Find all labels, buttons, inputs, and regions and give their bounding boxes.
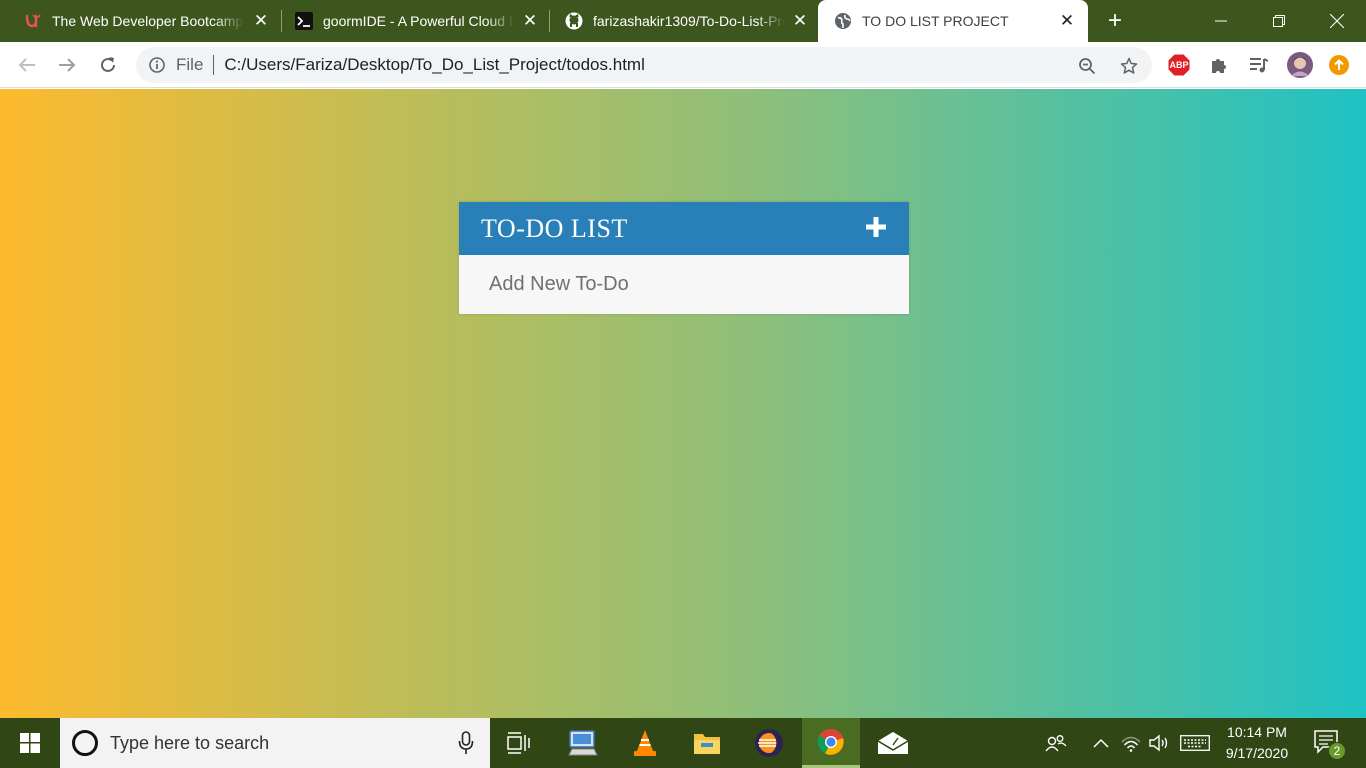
tab-strip: The Web Developer Bootcamp ✕ goormIDE - … [0, 0, 1366, 42]
clock-date: 9/17/2020 [1225, 745, 1289, 761]
tab-title: farizashakir1309/To-Do-List-Project [593, 13, 785, 29]
todo-container: TO-DO LIST [459, 202, 909, 314]
tab-title: TO DO LIST PROJECT [862, 13, 1009, 29]
globe-icon [834, 12, 852, 30]
vlc-icon[interactable] [616, 718, 674, 768]
tab-title: goormIDE - A Powerful Cloud IDE [323, 13, 515, 29]
url-divider [213, 55, 215, 75]
taskbar-search-box[interactable]: Type here to search [60, 718, 490, 768]
close-tab-icon[interactable]: ✕ [1058, 11, 1076, 30]
action-center-icon[interactable]: 2 [1310, 728, 1346, 760]
task-view-icon[interactable] [490, 718, 548, 768]
people-icon[interactable] [1042, 718, 1070, 768]
tab-todo-list-project[interactable]: TO DO LIST PROJECT ✕ [818, 0, 1088, 42]
update-available-icon[interactable] [1327, 53, 1351, 77]
adblock-label: ABP [1169, 60, 1189, 70]
adblock-icon[interactable]: ABP [1167, 53, 1191, 77]
udemy-icon [24, 12, 42, 30]
windows-logo-icon [20, 733, 40, 753]
touch-keyboard-icon[interactable] [1178, 718, 1212, 768]
tab-goormide[interactable]: goormIDE - A Powerful Cloud IDE ✕ [271, 0, 549, 42]
wifi-icon[interactable] [1118, 718, 1144, 768]
zoom-icon[interactable] [1076, 55, 1098, 77]
eclipse-icon[interactable] [740, 718, 798, 768]
close-tab-icon[interactable]: ✕ [791, 11, 809, 30]
page-background: TO-DO LIST [0, 89, 1366, 718]
close-window-button[interactable] [1308, 0, 1366, 42]
todo-title: TO-DO LIST [481, 213, 628, 243]
extensions-puzzle-icon[interactable] [1207, 53, 1231, 77]
bookmark-star-icon[interactable] [1118, 55, 1140, 77]
terminal-icon [295, 12, 313, 30]
volume-icon[interactable] [1146, 718, 1172, 768]
windows-taskbar: Type here to search 10:14 PM 9/17/2020 2 [0, 718, 1366, 768]
notification-count-badge: 2 [1328, 742, 1346, 760]
forward-button[interactable] [53, 51, 81, 79]
close-tab-icon[interactable]: ✕ [252, 11, 270, 30]
address-bar[interactable]: File C:/Users/Fariza/Desktop/To_Do_List_… [136, 47, 1152, 83]
tab-github-repo[interactable]: farizashakir1309/To-Do-List-Project ✕ [541, 0, 819, 42]
search-placeholder: Type here to search [110, 732, 270, 753]
start-button[interactable] [0, 718, 60, 768]
tab-web-developer-bootcamp[interactable]: The Web Developer Bootcamp ✕ [0, 0, 280, 42]
cortana-icon[interactable] [72, 730, 98, 756]
new-todo-input[interactable] [459, 255, 909, 314]
todo-header: TO-DO LIST [459, 202, 909, 255]
back-button[interactable] [13, 51, 41, 79]
add-todo-plus-icon[interactable] [865, 215, 887, 243]
restore-button[interactable] [1250, 0, 1308, 42]
tab-title: The Web Developer Bootcamp [52, 13, 244, 29]
file-explorer-icon[interactable] [678, 718, 736, 768]
url-scheme: File [176, 55, 204, 74]
computer-app-icon[interactable] [554, 718, 612, 768]
site-info-icon[interactable] [148, 56, 166, 74]
close-tab-icon[interactable]: ✕ [521, 11, 539, 30]
mail-icon[interactable] [864, 718, 922, 768]
profile-avatar[interactable] [1286, 51, 1314, 79]
taskbar-clock[interactable]: 10:14 PM 9/17/2020 [1212, 722, 1302, 764]
chrome-icon[interactable] [802, 718, 860, 768]
microphone-icon[interactable] [458, 731, 474, 755]
reload-button[interactable] [94, 51, 122, 79]
browser-toolbar: File C:/Users/Fariza/Desktop/To_Do_List_… [0, 42, 1366, 88]
github-icon [565, 12, 583, 30]
clock-time: 10:14 PM [1227, 724, 1287, 740]
show-hidden-icons-chevron-icon[interactable] [1088, 718, 1114, 768]
new-tab-button[interactable]: + [1102, 7, 1128, 34]
url-text[interactable]: C:/Users/Fariza/Desktop/To_Do_List_Proje… [224, 55, 644, 75]
minimize-button[interactable] [1192, 0, 1250, 42]
media-control-icon[interactable] [1247, 53, 1271, 77]
